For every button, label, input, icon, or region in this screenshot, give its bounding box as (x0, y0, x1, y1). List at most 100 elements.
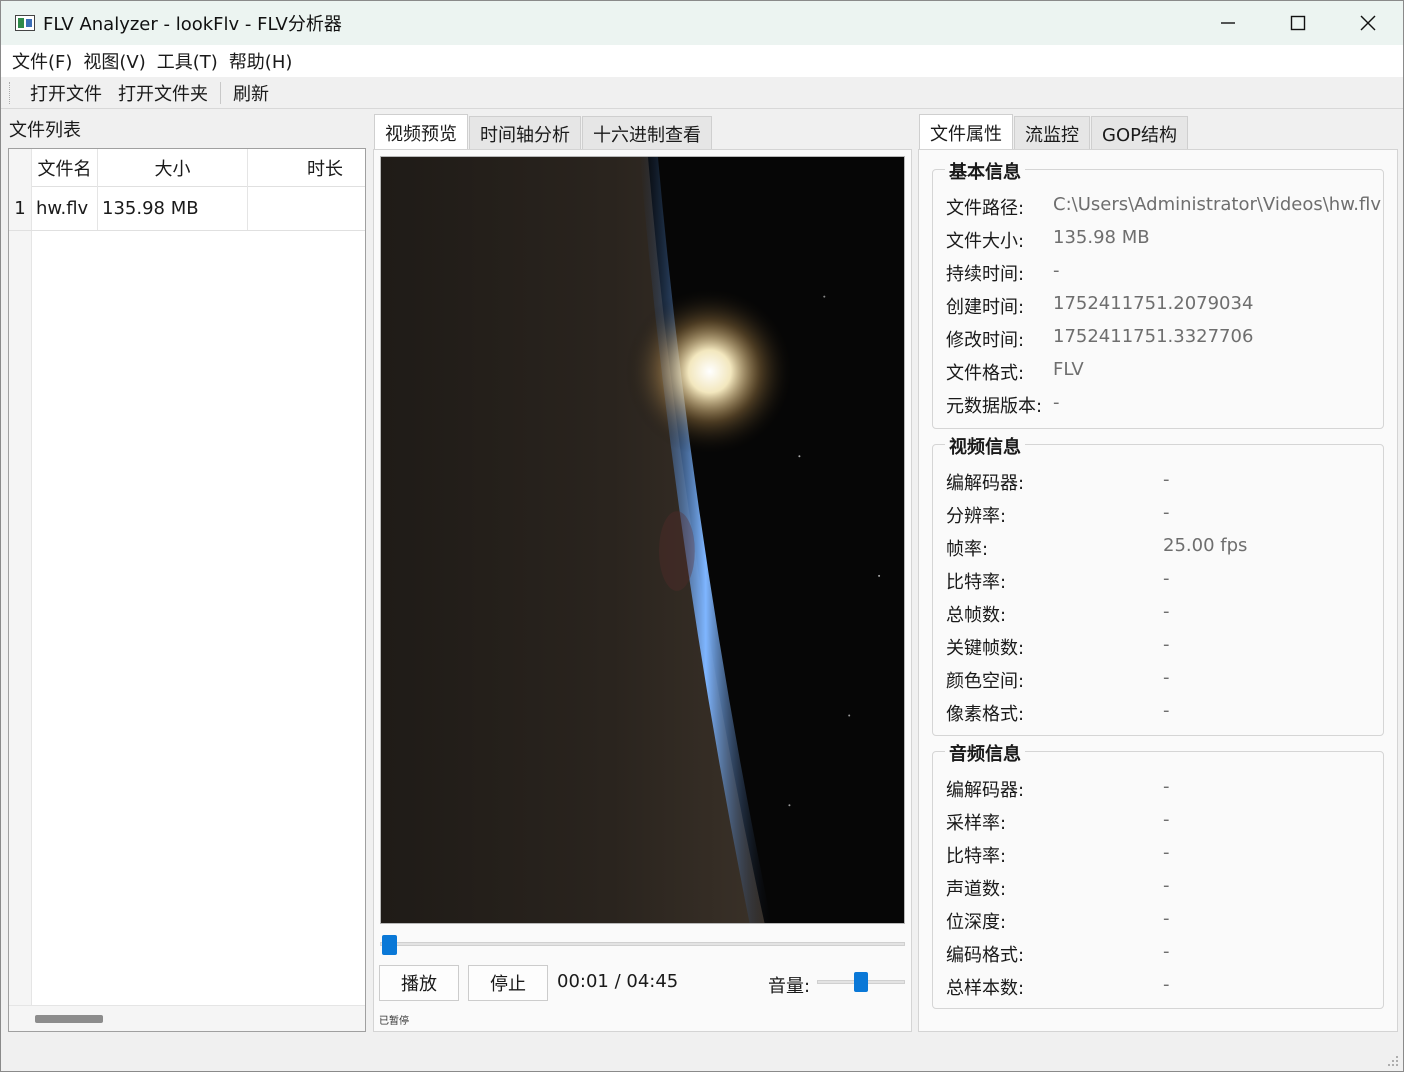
prop-label: 编码格式: (946, 945, 1025, 966)
prop-row: 编解码器: - (946, 469, 1170, 495)
prop-label: 比特率: (946, 846, 1007, 867)
prop-row: 总帧数: - (946, 601, 1170, 627)
prop-value: 135.98 MB (1053, 227, 1150, 248)
prop-value: - (1163, 809, 1170, 830)
cell-file-name[interactable]: hw.flv (32, 187, 98, 230)
prop-row: 总样本数: - (946, 974, 1170, 1000)
prop-value: - (1163, 700, 1170, 721)
window-controls (1193, 1, 1403, 45)
scrollbar-thumb[interactable] (35, 1015, 103, 1023)
cell-duration[interactable] (248, 187, 365, 230)
prop-value: C:\Users\Administrator\Videos\hw.flv (1053, 194, 1381, 215)
prop-value: - (1163, 502, 1170, 523)
tab-gop-structure[interactable]: GOP结构 (1091, 116, 1188, 151)
prop-value: - (1053, 392, 1060, 413)
prop-row: 像素格式: - (946, 700, 1170, 726)
right-tabs: 文件属性 流监控 GOP结构 (919, 114, 1189, 151)
menu-file[interactable]: 文件(F) (9, 48, 80, 74)
resize-grip-icon[interactable] (1387, 1055, 1399, 1067)
toolbar: 打开文件 打开文件夹 刷新 (1, 77, 1403, 109)
audio-info-group: 音频信息 编解码器: - 采样率: - 比特率: - 声道数: - 位深度: - 编码格式… (932, 740, 1384, 1009)
row-header-gutter (9, 231, 32, 1005)
column-header-name[interactable]: 文件名 (32, 149, 98, 187)
prop-label: 总帧数: (946, 605, 1007, 626)
center-tabs: 视频预览 时间轴分析 十六进制查看 (374, 114, 713, 151)
maximize-button[interactable] (1263, 1, 1333, 45)
prop-value: - (1163, 469, 1170, 490)
file-list-table[interactable]: 文件名 大小 时长 1 hw.flv 135.98 MB (8, 148, 366, 1032)
prop-label: 总样本数: (946, 978, 1025, 999)
prop-value: - (1163, 842, 1170, 863)
menu-tools[interactable]: 工具(T) (154, 48, 226, 74)
prop-value: - (1163, 667, 1170, 688)
prop-label: 文件大小: (946, 231, 1025, 252)
file-list-title: 文件列表 (9, 120, 81, 141)
prop-label: 声道数: (946, 879, 1007, 900)
prop-row: 声道数: - (946, 875, 1170, 901)
prop-label: 创建时间: (946, 297, 1025, 318)
refresh-button[interactable]: 刷新 (225, 80, 277, 106)
prop-row: 采样率: - (946, 809, 1170, 835)
prop-value: FLV (1053, 359, 1084, 380)
prop-value: 25.00 fps (1163, 535, 1248, 556)
toolbar-grip[interactable] (9, 81, 12, 104)
close-button[interactable] (1333, 1, 1403, 45)
horizontal-scrollbar[interactable] (9, 1005, 365, 1031)
open-folder-button[interactable]: 打开文件夹 (110, 80, 216, 106)
prop-label: 文件路径: (946, 198, 1025, 219)
seek-handle[interactable] (382, 935, 398, 955)
prop-value: - (1163, 974, 1170, 995)
table-row[interactable]: 1 hw.flv 135.98 MB (9, 187, 365, 231)
prop-label: 分辨率: (946, 506, 1007, 527)
prop-value: - (1163, 568, 1170, 589)
prop-label: 比特率: (946, 572, 1007, 593)
tab-file-properties[interactable]: 文件属性 (919, 114, 1013, 151)
row-number: 1 (9, 187, 32, 230)
menu-bar: 文件(F) 视图(V) 工具(T) 帮助(H) (1, 45, 1403, 77)
volume-handle[interactable] (854, 972, 868, 992)
prop-label: 位深度: (946, 912, 1007, 933)
tab-video-preview[interactable]: 视频预览 (374, 114, 468, 151)
prop-row: 帧率: 25.00 fps (946, 535, 1247, 561)
cell-file-size[interactable]: 135.98 MB (98, 187, 248, 230)
prop-row: 创建时间: 1752411751.2079034 (946, 293, 1253, 319)
tab-timeline-analysis[interactable]: 时间轴分析 (469, 116, 581, 151)
prop-label: 关键帧数: (946, 638, 1025, 659)
prop-value: 1752411751.3327706 (1053, 326, 1254, 347)
table-corner[interactable] (9, 149, 32, 187)
title-bar: FLV Analyzer - lookFlv - FLV分析器 (1, 1, 1403, 45)
prop-label: 帧率: (946, 539, 989, 560)
video-frame[interactable] (380, 156, 905, 924)
prop-value: - (1053, 260, 1060, 281)
basic-info-group: 基本信息 文件路径: C:\Users\Administrator\Videos\… (932, 158, 1384, 429)
prop-row: 编码格式: - (946, 941, 1170, 967)
video-info-group: 视频信息 编解码器: - 分辨率: - 帧率: 25.00 fps 比特率: - 总帧数… (932, 433, 1384, 736)
playback-status: 已暂停 (379, 1016, 409, 1027)
prop-label: 颜色空间: (946, 671, 1025, 692)
menu-view[interactable]: 视图(V) (80, 48, 153, 74)
prop-value: - (1163, 634, 1170, 655)
play-button[interactable]: 播放 (379, 965, 459, 1001)
prop-value: 1752411751.2079034 (1053, 293, 1254, 314)
prop-label: 元数据版本: (946, 396, 1043, 417)
column-header-duration[interactable]: 时长 (248, 149, 365, 187)
minimize-button[interactable] (1193, 1, 1263, 45)
prop-row: 文件格式: FLV (946, 359, 1084, 385)
prop-label: 文件格式: (946, 363, 1025, 384)
prop-value: - (1163, 776, 1170, 797)
seek-bar[interactable] (380, 942, 905, 946)
basic-info-title: 基本信息 (945, 158, 1025, 184)
open-file-button[interactable]: 打开文件 (22, 80, 110, 106)
stop-button[interactable]: 停止 (468, 965, 548, 1001)
prop-label: 修改时间: (946, 330, 1025, 351)
app-icon (15, 15, 35, 31)
menu-help[interactable]: 帮助(H) (226, 48, 301, 74)
tab-hex-view[interactable]: 十六进制查看 (582, 116, 712, 151)
maximize-icon (1290, 15, 1306, 31)
tab-stream-monitor[interactable]: 流监控 (1014, 116, 1090, 151)
prop-row: 分辨率: - (946, 502, 1170, 528)
window-title: FLV Analyzer - lookFlv - FLV分析器 (43, 14, 342, 35)
prop-label: 编解码器: (946, 473, 1025, 494)
prop-row: 文件路径: C:\Users\Administrator\Videos\hw.fl… (946, 194, 1381, 220)
column-header-size[interactable]: 大小 (98, 149, 248, 187)
